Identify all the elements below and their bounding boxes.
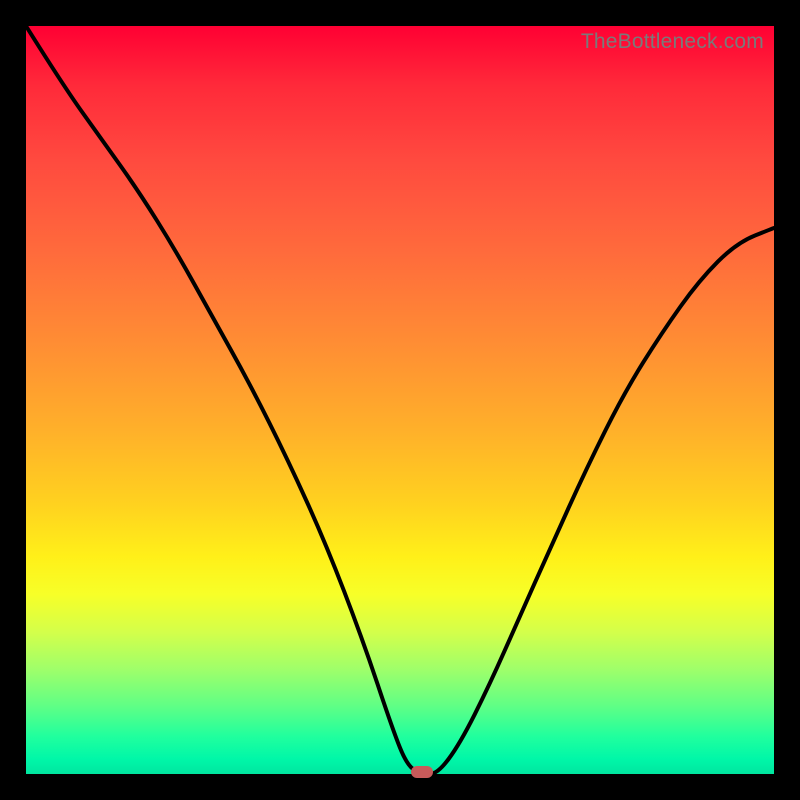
curve-path xyxy=(26,26,774,774)
bottleneck-curve xyxy=(26,26,774,774)
plot-area: TheBottleneck.com xyxy=(26,26,774,774)
minimum-marker xyxy=(411,766,433,778)
chart-frame: TheBottleneck.com xyxy=(0,0,800,800)
